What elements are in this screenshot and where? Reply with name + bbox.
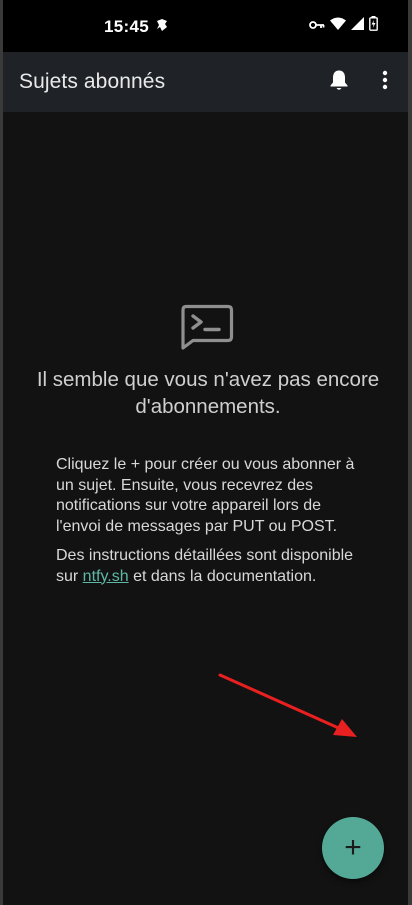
notification-app-icon	[155, 18, 169, 32]
page-title: Sujets abonnés	[19, 70, 166, 93]
subscriptions-empty-content: Il semble que vous n'avez pas encore d'a…	[3, 112, 408, 905]
terminal-message-icon	[179, 304, 235, 350]
notification-settings-button[interactable]	[323, 66, 355, 98]
ntfy-link[interactable]: ntfy.sh	[83, 568, 129, 585]
status-bar: 15:45	[3, 0, 408, 52]
signal-icon	[351, 17, 364, 35]
bell-icon	[329, 69, 349, 96]
battery-charging-icon	[369, 16, 378, 36]
phone-screen: 15:45 Sujets abonnés Il semble que vous …	[3, 0, 408, 905]
app-bar: Sujets abonnés	[3, 52, 408, 112]
help-paragraph-create: Cliquez le + pour créer ou vous abonner …	[56, 456, 355, 535]
overflow-menu-button[interactable]	[369, 66, 401, 98]
help-text: Cliquez le + pour créer ou vous abonner …	[56, 455, 356, 596]
plus-icon: +	[344, 831, 362, 864]
help-paragraph-docs: Des instructions détaillées sont disponi…	[56, 546, 356, 587]
status-icons	[309, 16, 378, 36]
add-subscription-button[interactable]: +	[322, 817, 384, 879]
more-vert-icon	[382, 70, 388, 95]
vpn-key-icon	[309, 17, 325, 35]
help-docs-suffix: et dans la documentation.	[128, 567, 317, 585]
empty-state-title: Il semble que vous n'avez pas encore d'a…	[36, 368, 380, 418]
wifi-icon	[330, 17, 346, 35]
status-time: 15:45	[104, 17, 149, 36]
